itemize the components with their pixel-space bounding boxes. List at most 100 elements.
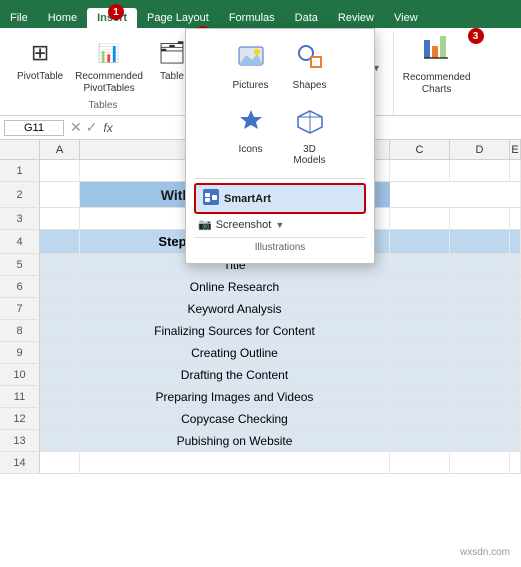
cell-a1[interactable] — [40, 160, 80, 181]
cell-a4[interactable] — [40, 230, 80, 253]
cell-c8[interactable] — [390, 320, 450, 341]
cell-c5[interactable] — [390, 254, 450, 275]
cell-b7[interactable]: Keyword Analysis — [80, 298, 390, 319]
cell-reference[interactable] — [4, 120, 64, 136]
pivot-table-button[interactable]: ⊞ PivotTable — [12, 34, 68, 100]
tab-page-layout[interactable]: Page Layout — [137, 8, 219, 28]
cell-b10-text: Drafting the Content — [181, 368, 288, 382]
cell-b13-text: Pubishing on Website — [177, 434, 293, 448]
cell-e4[interactable] — [510, 230, 521, 253]
cell-b14[interactable] — [80, 452, 390, 473]
col-header-a: A — [40, 140, 80, 159]
recommended-pivottables-icon: 📊 — [93, 37, 125, 69]
cell-e14[interactable] — [510, 452, 521, 473]
cell-b11[interactable]: Preparing Images and Videos — [80, 386, 390, 407]
table-icon: 🗂 — [156, 37, 188, 69]
cell-a11[interactable] — [40, 386, 80, 407]
cell-d11[interactable] — [450, 386, 510, 407]
cell-d10[interactable] — [450, 364, 510, 385]
row-num: 10 — [0, 364, 40, 385]
cell-b9[interactable]: Creating Outline — [80, 342, 390, 363]
3d-models-button[interactable]: 3DModels — [282, 101, 337, 172]
cell-e13[interactable] — [510, 430, 521, 451]
cell-e2[interactable] — [390, 182, 521, 207]
cell-e5[interactable] — [510, 254, 521, 275]
tab-review[interactable]: Review — [328, 8, 384, 28]
cell-b13[interactable]: Pubishing on Website — [80, 430, 390, 451]
shapes-icon — [296, 43, 324, 78]
pictures-button[interactable]: Pictures — [223, 37, 278, 97]
ribbon-tabs: File Home Insert Page Layout Formulas Da… — [0, 0, 521, 28]
smartart-button[interactable]: SmartArt — [194, 183, 366, 214]
cell-d4[interactable] — [450, 230, 510, 253]
cell-a2[interactable] — [40, 182, 80, 207]
cell-a7[interactable] — [40, 298, 80, 319]
dropdown-illustrations-label: Illustrations — [194, 237, 366, 255]
cell-d5[interactable] — [450, 254, 510, 275]
cell-c4[interactable] — [390, 230, 450, 253]
cell-d3[interactable] — [450, 208, 510, 229]
cell-c1[interactable] — [390, 160, 450, 181]
cell-e3[interactable] — [510, 208, 521, 229]
cell-a3[interactable] — [40, 208, 80, 229]
cell-e6[interactable] — [510, 276, 521, 297]
cell-b12[interactable]: Copycase Checking — [80, 408, 390, 429]
cell-c6[interactable] — [390, 276, 450, 297]
smartart-label: SmartArt — [224, 193, 271, 205]
cell-d7[interactable] — [450, 298, 510, 319]
3d-models-icon — [296, 107, 324, 142]
table-label: Table — [160, 71, 184, 83]
cell-e10[interactable] — [510, 364, 521, 385]
tab-data[interactable]: Data — [285, 8, 328, 28]
row-num: 12 — [0, 408, 40, 429]
cell-a12[interactable] — [40, 408, 80, 429]
cell-b10[interactable]: Drafting the Content — [80, 364, 390, 385]
cell-d8[interactable] — [450, 320, 510, 341]
tab-home[interactable]: Home — [38, 8, 87, 28]
cell-e1[interactable] — [510, 160, 521, 181]
cell-e9[interactable] — [510, 342, 521, 363]
recommended-charts-button[interactable]: RecommendedCharts — [400, 34, 474, 94]
formula-separator: ✕ ✓ — [68, 119, 99, 136]
cell-c3[interactable] — [390, 208, 450, 229]
shapes-label: Shapes — [293, 80, 327, 91]
recommended-pivottables-button[interactable]: 📊 RecommendedPivotTables — [70, 34, 148, 100]
cell-d9[interactable] — [450, 342, 510, 363]
cell-c9[interactable] — [390, 342, 450, 363]
cell-d14[interactable] — [450, 452, 510, 473]
tab-formulas[interactable]: Formulas — [219, 8, 285, 28]
table-row: 13 Pubishing on Website — [0, 430, 521, 452]
icons-button[interactable]: Icons — [223, 101, 278, 172]
cell-c12[interactable] — [390, 408, 450, 429]
cell-a14[interactable] — [40, 452, 80, 473]
cell-a6[interactable] — [40, 276, 80, 297]
table-row: 11 Preparing Images and Videos — [0, 386, 521, 408]
cell-c13[interactable] — [390, 430, 450, 451]
cell-b8[interactable]: Finalizing Sources for Content — [80, 320, 390, 341]
cell-d13[interactable] — [450, 430, 510, 451]
cell-e7[interactable] — [510, 298, 521, 319]
cell-a13[interactable] — [40, 430, 80, 451]
cell-d1[interactable] — [450, 160, 510, 181]
cell-b6[interactable]: Online Research — [80, 276, 390, 297]
cell-d12[interactable] — [450, 408, 510, 429]
screenshot-button[interactable]: 📷 Screenshot ▼ — [194, 216, 366, 233]
cell-c10[interactable] — [390, 364, 450, 385]
cell-e12[interactable] — [510, 408, 521, 429]
cell-e11[interactable] — [510, 386, 521, 407]
cell-a5[interactable] — [40, 254, 80, 275]
cell-a8[interactable] — [40, 320, 80, 341]
cell-d6[interactable] — [450, 276, 510, 297]
recommended-pivottables-label: RecommendedPivotTables — [75, 71, 143, 95]
cell-a10[interactable] — [40, 364, 80, 385]
row-num: 13 — [0, 430, 40, 451]
cell-c7[interactable] — [390, 298, 450, 319]
tab-view[interactable]: View — [384, 8, 428, 28]
cell-e8[interactable] — [510, 320, 521, 341]
cell-c14[interactable] — [390, 452, 450, 473]
cell-a9[interactable] — [40, 342, 80, 363]
cell-c11[interactable] — [390, 386, 450, 407]
tab-file[interactable]: File — [0, 8, 38, 28]
shapes-button[interactable]: Shapes — [282, 37, 337, 97]
screenshot-icon: 📷 — [198, 218, 212, 231]
